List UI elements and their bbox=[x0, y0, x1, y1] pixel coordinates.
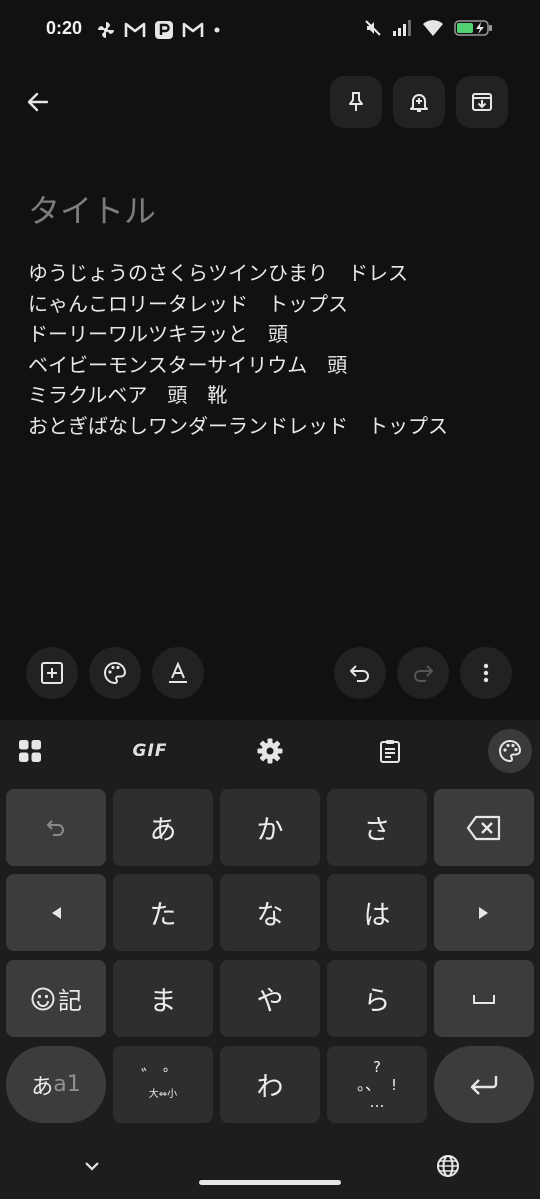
note-line: ミラクルベア 頭 靴 bbox=[28, 383, 228, 407]
undo-icon bbox=[350, 665, 369, 682]
pin-icon bbox=[349, 92, 363, 111]
reminder-bell-icon bbox=[410, 94, 428, 112]
note-line: おとぎばなしワンダーランドレッド トップス bbox=[28, 413, 448, 438]
signal-icon bbox=[393, 20, 411, 36]
note-body-field[interactable]: ゆうじょうのさくらツインひまり ドレス にゃんこロリータレッド トップス ドーリ… bbox=[28, 258, 518, 441]
home-gesture-bar[interactable] bbox=[199, 1180, 341, 1185]
more-vert-icon bbox=[483, 663, 489, 683]
punct-main-label: 。、 bbox=[356, 1075, 381, 1094]
punct-dots-label: … bbox=[369, 1093, 385, 1111]
add-box-icon bbox=[41, 662, 63, 684]
key-space[interactable] bbox=[434, 960, 534, 1037]
pinwheel-icon bbox=[98, 22, 114, 38]
reminder-button[interactable] bbox=[393, 76, 445, 128]
dot-icon bbox=[214, 27, 220, 33]
gif-button[interactable]: GIF bbox=[128, 729, 172, 773]
keyboard-toolbar: GIF bbox=[0, 720, 540, 782]
key-enter[interactable] bbox=[434, 1046, 534, 1123]
key-ha[interactable]: は bbox=[327, 874, 427, 951]
system-icons bbox=[364, 19, 494, 37]
p-app-icon bbox=[155, 21, 173, 39]
key-ma[interactable]: ま bbox=[113, 960, 213, 1037]
pin-button[interactable] bbox=[330, 76, 382, 128]
key-punctuation[interactable]: ? 。、 ! … bbox=[327, 1046, 427, 1123]
back-button[interactable] bbox=[16, 80, 60, 124]
more-options-button[interactable] bbox=[460, 647, 512, 699]
redo-button[interactable] bbox=[397, 647, 449, 699]
key-undo[interactable] bbox=[6, 789, 106, 866]
undo-icon bbox=[46, 819, 64, 836]
clipboard-icon bbox=[380, 740, 400, 763]
background-color-button[interactable] bbox=[89, 647, 141, 699]
triangle-left-icon bbox=[52, 906, 61, 919]
apps-grid-icon bbox=[19, 740, 41, 762]
key-input-mode[interactable]: あ a1 bbox=[6, 1046, 106, 1123]
notification-icons bbox=[96, 20, 222, 40]
backspace-icon bbox=[466, 815, 501, 840]
gear-icon bbox=[257, 738, 283, 764]
globe-icon bbox=[437, 1155, 459, 1177]
gmail-icon bbox=[124, 22, 146, 37]
language-switch-button[interactable] bbox=[434, 1152, 462, 1180]
note-line: ドーリーワルツキラッと 頭 bbox=[28, 322, 288, 346]
key-ta[interactable]: た bbox=[113, 874, 213, 951]
keyboard-theme-button[interactable] bbox=[488, 729, 532, 773]
archive-icon bbox=[472, 93, 492, 111]
status-time: 0:20 bbox=[46, 18, 83, 38]
key-ya[interactable]: や bbox=[220, 960, 320, 1037]
undo-button[interactable] bbox=[334, 647, 386, 699]
chevron-down-icon bbox=[85, 1162, 99, 1171]
gif-label: GIF bbox=[132, 741, 168, 761]
key-sa[interactable]: さ bbox=[327, 789, 427, 866]
clipboard-button[interactable] bbox=[368, 729, 412, 773]
arrow-left-icon bbox=[27, 92, 49, 112]
kigou-label: 記 bbox=[58, 987, 82, 1015]
wifi-icon bbox=[423, 20, 443, 36]
key-cursor-left[interactable] bbox=[6, 874, 106, 951]
note-line: ベイビーモンスターサイリウム 頭 bbox=[28, 352, 348, 377]
gmail-icon bbox=[182, 22, 204, 37]
note-line: ゆうじょうのさくらツインひまり ドレス bbox=[28, 261, 408, 285]
add-content-button[interactable] bbox=[26, 647, 78, 699]
navigation-bar bbox=[0, 1136, 540, 1199]
key-cursor-right[interactable] bbox=[434, 874, 534, 951]
text-format-icon bbox=[169, 661, 187, 683]
punct-row: 。、 ! bbox=[357, 1075, 397, 1095]
smiley-icon bbox=[31, 987, 55, 1010]
status-bar: 0:20 bbox=[0, 0, 540, 60]
title-field[interactable]: タイトル bbox=[28, 186, 156, 232]
dakuten-top-label: ゛゜ bbox=[141, 1066, 185, 1088]
palette-icon bbox=[499, 739, 522, 763]
apps-button[interactable] bbox=[8, 729, 52, 773]
key-emoji-symbols[interactable]: 記 bbox=[6, 960, 106, 1037]
key-a[interactable]: あ bbox=[113, 789, 213, 866]
key-na[interactable]: な bbox=[220, 874, 320, 951]
triangle-right-icon bbox=[479, 906, 488, 919]
palette-icon bbox=[104, 661, 127, 685]
archive-button[interactable] bbox=[456, 76, 508, 128]
hide-keyboard-button[interactable] bbox=[78, 1152, 106, 1180]
enter-icon bbox=[470, 1075, 498, 1095]
battery-charging-icon bbox=[454, 20, 492, 36]
redo-icon bbox=[414, 665, 433, 682]
text-format-button[interactable] bbox=[152, 647, 204, 699]
key-wa[interactable]: わ bbox=[220, 1046, 320, 1123]
mode-alnum-label: a1 bbox=[53, 1072, 81, 1097]
key-ka[interactable]: か bbox=[220, 789, 320, 866]
mute-icon bbox=[365, 20, 381, 36]
key-dakuten[interactable]: ゛゜ 大⇔小 bbox=[113, 1046, 213, 1123]
punct-exclaim-label: ! bbox=[391, 1076, 398, 1094]
punct-question-label: ? bbox=[373, 1058, 381, 1076]
dakuten-bottom-label: 大⇔小 bbox=[148, 1088, 178, 1100]
mode-kana-label: あ bbox=[31, 1074, 54, 1100]
note-line: にゃんこロリータレッド トップス bbox=[28, 291, 348, 316]
key-backspace[interactable] bbox=[434, 789, 534, 866]
keyboard: GIF あ か さ た な は 記 ま や ら あ a1 ゛゜ 大⇔小 わ ? … bbox=[0, 720, 540, 1199]
keyboard-settings-button[interactable] bbox=[248, 729, 292, 773]
key-ra[interactable]: ら bbox=[327, 960, 427, 1037]
space-icon bbox=[473, 994, 495, 1004]
